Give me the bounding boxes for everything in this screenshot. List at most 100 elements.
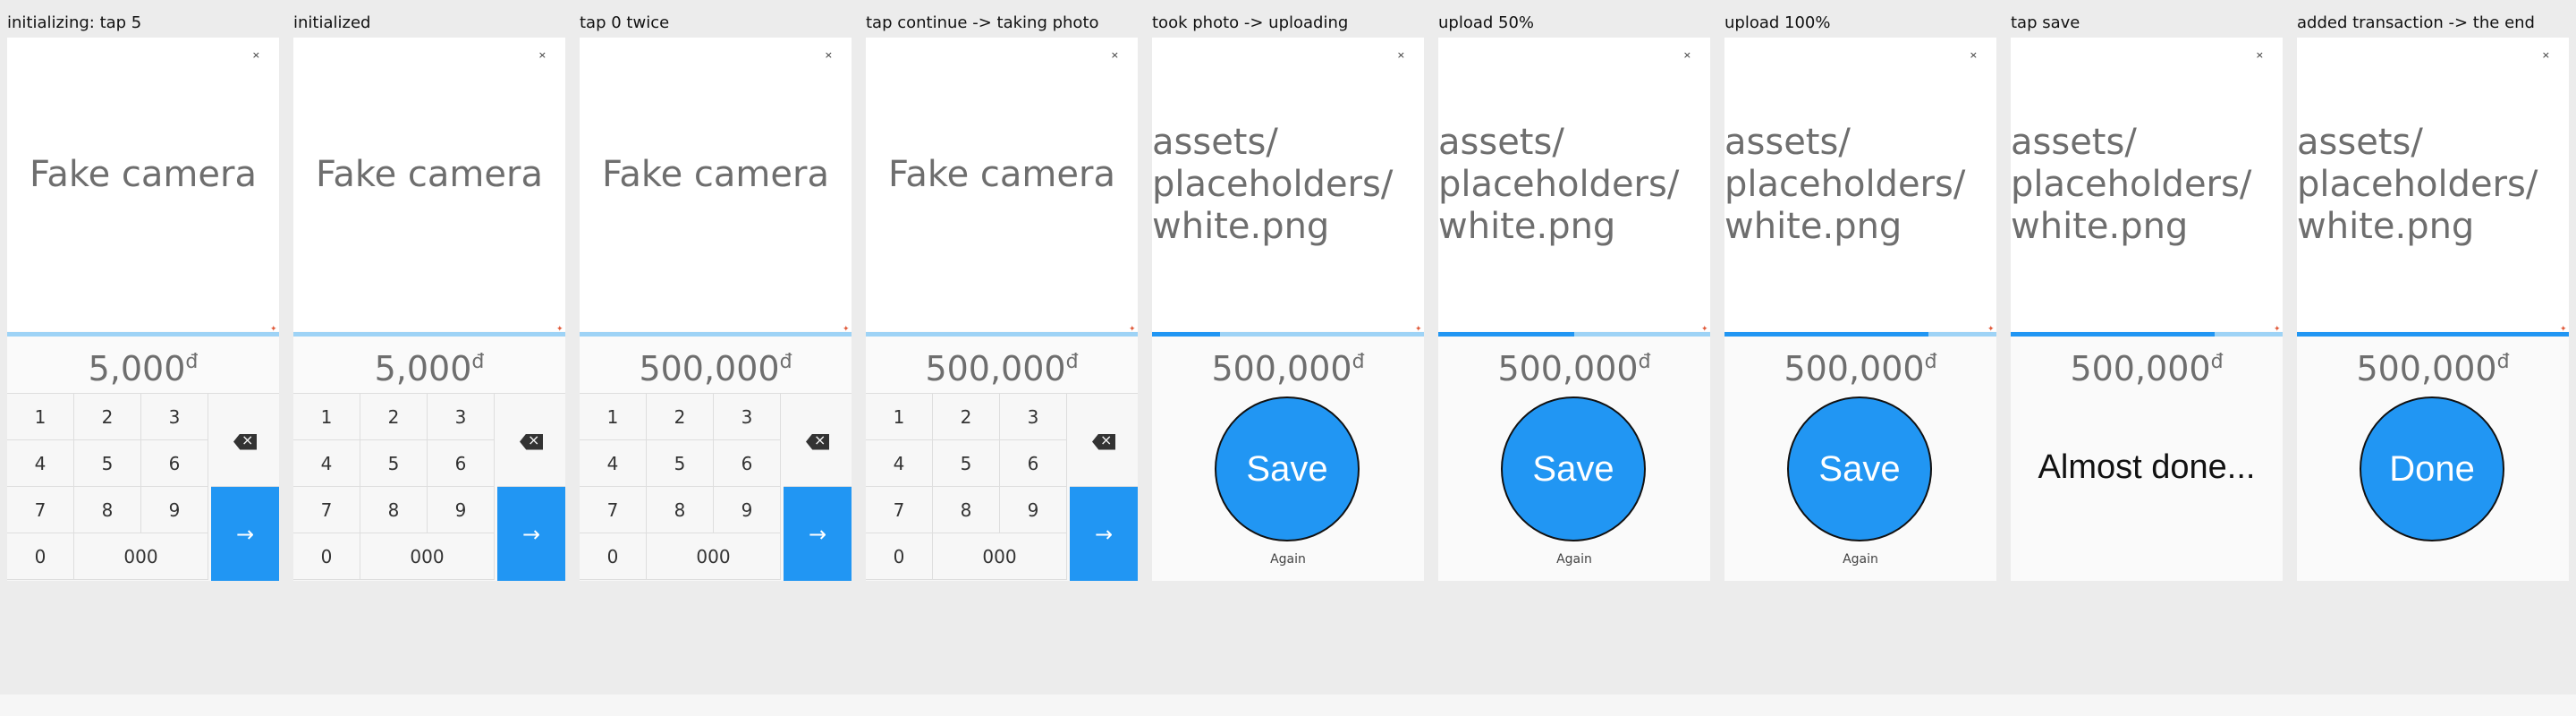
- key-7[interactable]: 7: [866, 487, 933, 533]
- key-7[interactable]: 7: [7, 487, 74, 533]
- frame-caption: initialized: [293, 13, 371, 32]
- key-9[interactable]: 9: [1000, 487, 1067, 533]
- key-4[interactable]: 4: [293, 440, 360, 487]
- key-8[interactable]: 8: [360, 487, 428, 533]
- done-button[interactable]: Done: [2360, 396, 2504, 541]
- close-icon[interactable]: ×: [1111, 49, 1119, 61]
- key-0[interactable]: 0: [7, 533, 74, 580]
- status-message: Almost done...: [2038, 448, 2256, 486]
- key-8[interactable]: 8: [74, 487, 141, 533]
- close-icon[interactable]: ×: [1683, 49, 1691, 61]
- currency-symbol: đ: [185, 351, 199, 373]
- key-5[interactable]: 5: [360, 440, 428, 487]
- key-4[interactable]: 4: [866, 440, 933, 487]
- backspace-button[interactable]: [784, 394, 852, 487]
- key-0[interactable]: 0: [866, 533, 933, 580]
- key-000[interactable]: 000: [933, 533, 1067, 580]
- key-2[interactable]: 2: [360, 394, 428, 440]
- key-2[interactable]: 2: [933, 394, 1000, 440]
- save-button[interactable]: Save: [1215, 396, 1360, 541]
- amount-display: 500,000đ: [1152, 342, 1424, 389]
- key-5[interactable]: 5: [74, 440, 141, 487]
- camera-preview: × Fake camera: [293, 38, 565, 331]
- close-icon[interactable]: ×: [538, 49, 547, 61]
- amount-display: 500,000đ: [2297, 342, 2569, 389]
- backspace-button[interactable]: [1070, 394, 1138, 487]
- key-4[interactable]: 4: [580, 440, 647, 487]
- key-2[interactable]: 2: [647, 394, 714, 440]
- action-area: Save Again: [1438, 393, 1710, 581]
- frame-4: tap continue -> taking photo × Fake camera…: [866, 0, 1138, 582]
- screenshot-strip: initializing: tap 5 × Fake camera ✦ 5,000đ 1 2…: [0, 0, 2576, 591]
- key-8[interactable]: 8: [933, 487, 1000, 533]
- currency-symbol: đ: [1638, 351, 1651, 373]
- key-6[interactable]: 6: [1000, 440, 1067, 487]
- key-1[interactable]: 1: [293, 394, 360, 440]
- backspace-button[interactable]: [497, 394, 565, 487]
- key-8[interactable]: 8: [647, 487, 714, 533]
- continue-button[interactable]: →: [497, 487, 565, 581]
- continue-button[interactable]: →: [211, 487, 279, 581]
- number-keypad: 1234567890000→: [293, 393, 565, 581]
- upload-progress-fill: [2297, 332, 2569, 337]
- key-000[interactable]: 000: [647, 533, 781, 580]
- upload-progress-bar: [7, 332, 279, 337]
- again-button[interactable]: Again: [1724, 552, 1996, 567]
- continue-button[interactable]: →: [784, 487, 852, 581]
- key-1[interactable]: 1: [7, 394, 74, 440]
- key-6[interactable]: 6: [714, 440, 781, 487]
- close-icon[interactable]: ×: [2256, 49, 2264, 61]
- debug-banner-icon: ✦: [556, 325, 564, 334]
- amount-value: 500,000: [1784, 349, 1925, 388]
- key-3[interactable]: 3: [141, 394, 208, 440]
- key-3[interactable]: 3: [714, 394, 781, 440]
- key-4[interactable]: 4: [7, 440, 74, 487]
- currency-symbol: đ: [1352, 351, 1365, 373]
- key-0[interactable]: 0: [293, 533, 360, 580]
- again-button[interactable]: Again: [1152, 552, 1424, 567]
- backspace-button[interactable]: [211, 394, 279, 487]
- key-9[interactable]: 9: [714, 487, 781, 533]
- camera-preview: × assets/ placeholders/ white.png: [2297, 38, 2569, 331]
- backspace-icon: [233, 433, 257, 450]
- upload-progress-bar: [293, 332, 565, 337]
- camera-asset-path: assets/ placeholders/ white.png: [1724, 122, 1966, 247]
- close-icon[interactable]: ×: [1970, 49, 1978, 61]
- close-icon[interactable]: ×: [1397, 49, 1405, 61]
- close-icon[interactable]: ×: [2542, 49, 2550, 61]
- phone-screen: × assets/ placeholders/ white.png ✦ 500,000…: [2011, 38, 2283, 581]
- debug-banner-icon: ✦: [270, 325, 277, 334]
- phone-screen: ×Fake camera✦5,000đ1234567890000→: [7, 38, 279, 581]
- debug-banner-icon: ✦: [1129, 325, 1136, 334]
- key-0[interactable]: 0: [580, 533, 647, 580]
- again-button[interactable]: Again: [1438, 552, 1710, 567]
- close-icon[interactable]: ×: [825, 49, 833, 61]
- upload-progress-bar: [580, 332, 852, 337]
- frame-caption: added transaction -> the end: [2297, 13, 2535, 32]
- frame-caption: upload 50%: [1438, 13, 1535, 32]
- key-3[interactable]: 3: [428, 394, 495, 440]
- amount-display: 500,000đ: [1724, 342, 1996, 389]
- key-7[interactable]: 7: [293, 487, 360, 533]
- key-9[interactable]: 9: [428, 487, 495, 533]
- phone-screen: × assets/ placeholders/ white.png ✦ 500,000…: [1724, 38, 1996, 581]
- save-button[interactable]: Save: [1501, 396, 1646, 541]
- key-9[interactable]: 9: [141, 487, 208, 533]
- key-7[interactable]: 7: [580, 487, 647, 533]
- save-button[interactable]: Save: [1787, 396, 1932, 541]
- phone-screen: ×Fake camera✦500,000đ1234567890000→: [580, 38, 852, 581]
- key-5[interactable]: 5: [933, 440, 1000, 487]
- upload-progress-bar: [1724, 332, 1996, 337]
- key-000[interactable]: 000: [360, 533, 495, 580]
- close-icon[interactable]: ×: [252, 49, 260, 61]
- upload-progress-bar: [1438, 332, 1710, 337]
- key-5[interactable]: 5: [647, 440, 714, 487]
- key-1[interactable]: 1: [866, 394, 933, 440]
- key-3[interactable]: 3: [1000, 394, 1067, 440]
- key-000[interactable]: 000: [74, 533, 208, 580]
- continue-button[interactable]: →: [1070, 487, 1138, 581]
- key-1[interactable]: 1: [580, 394, 647, 440]
- key-6[interactable]: 6: [428, 440, 495, 487]
- key-6[interactable]: 6: [141, 440, 208, 487]
- key-2[interactable]: 2: [74, 394, 141, 440]
